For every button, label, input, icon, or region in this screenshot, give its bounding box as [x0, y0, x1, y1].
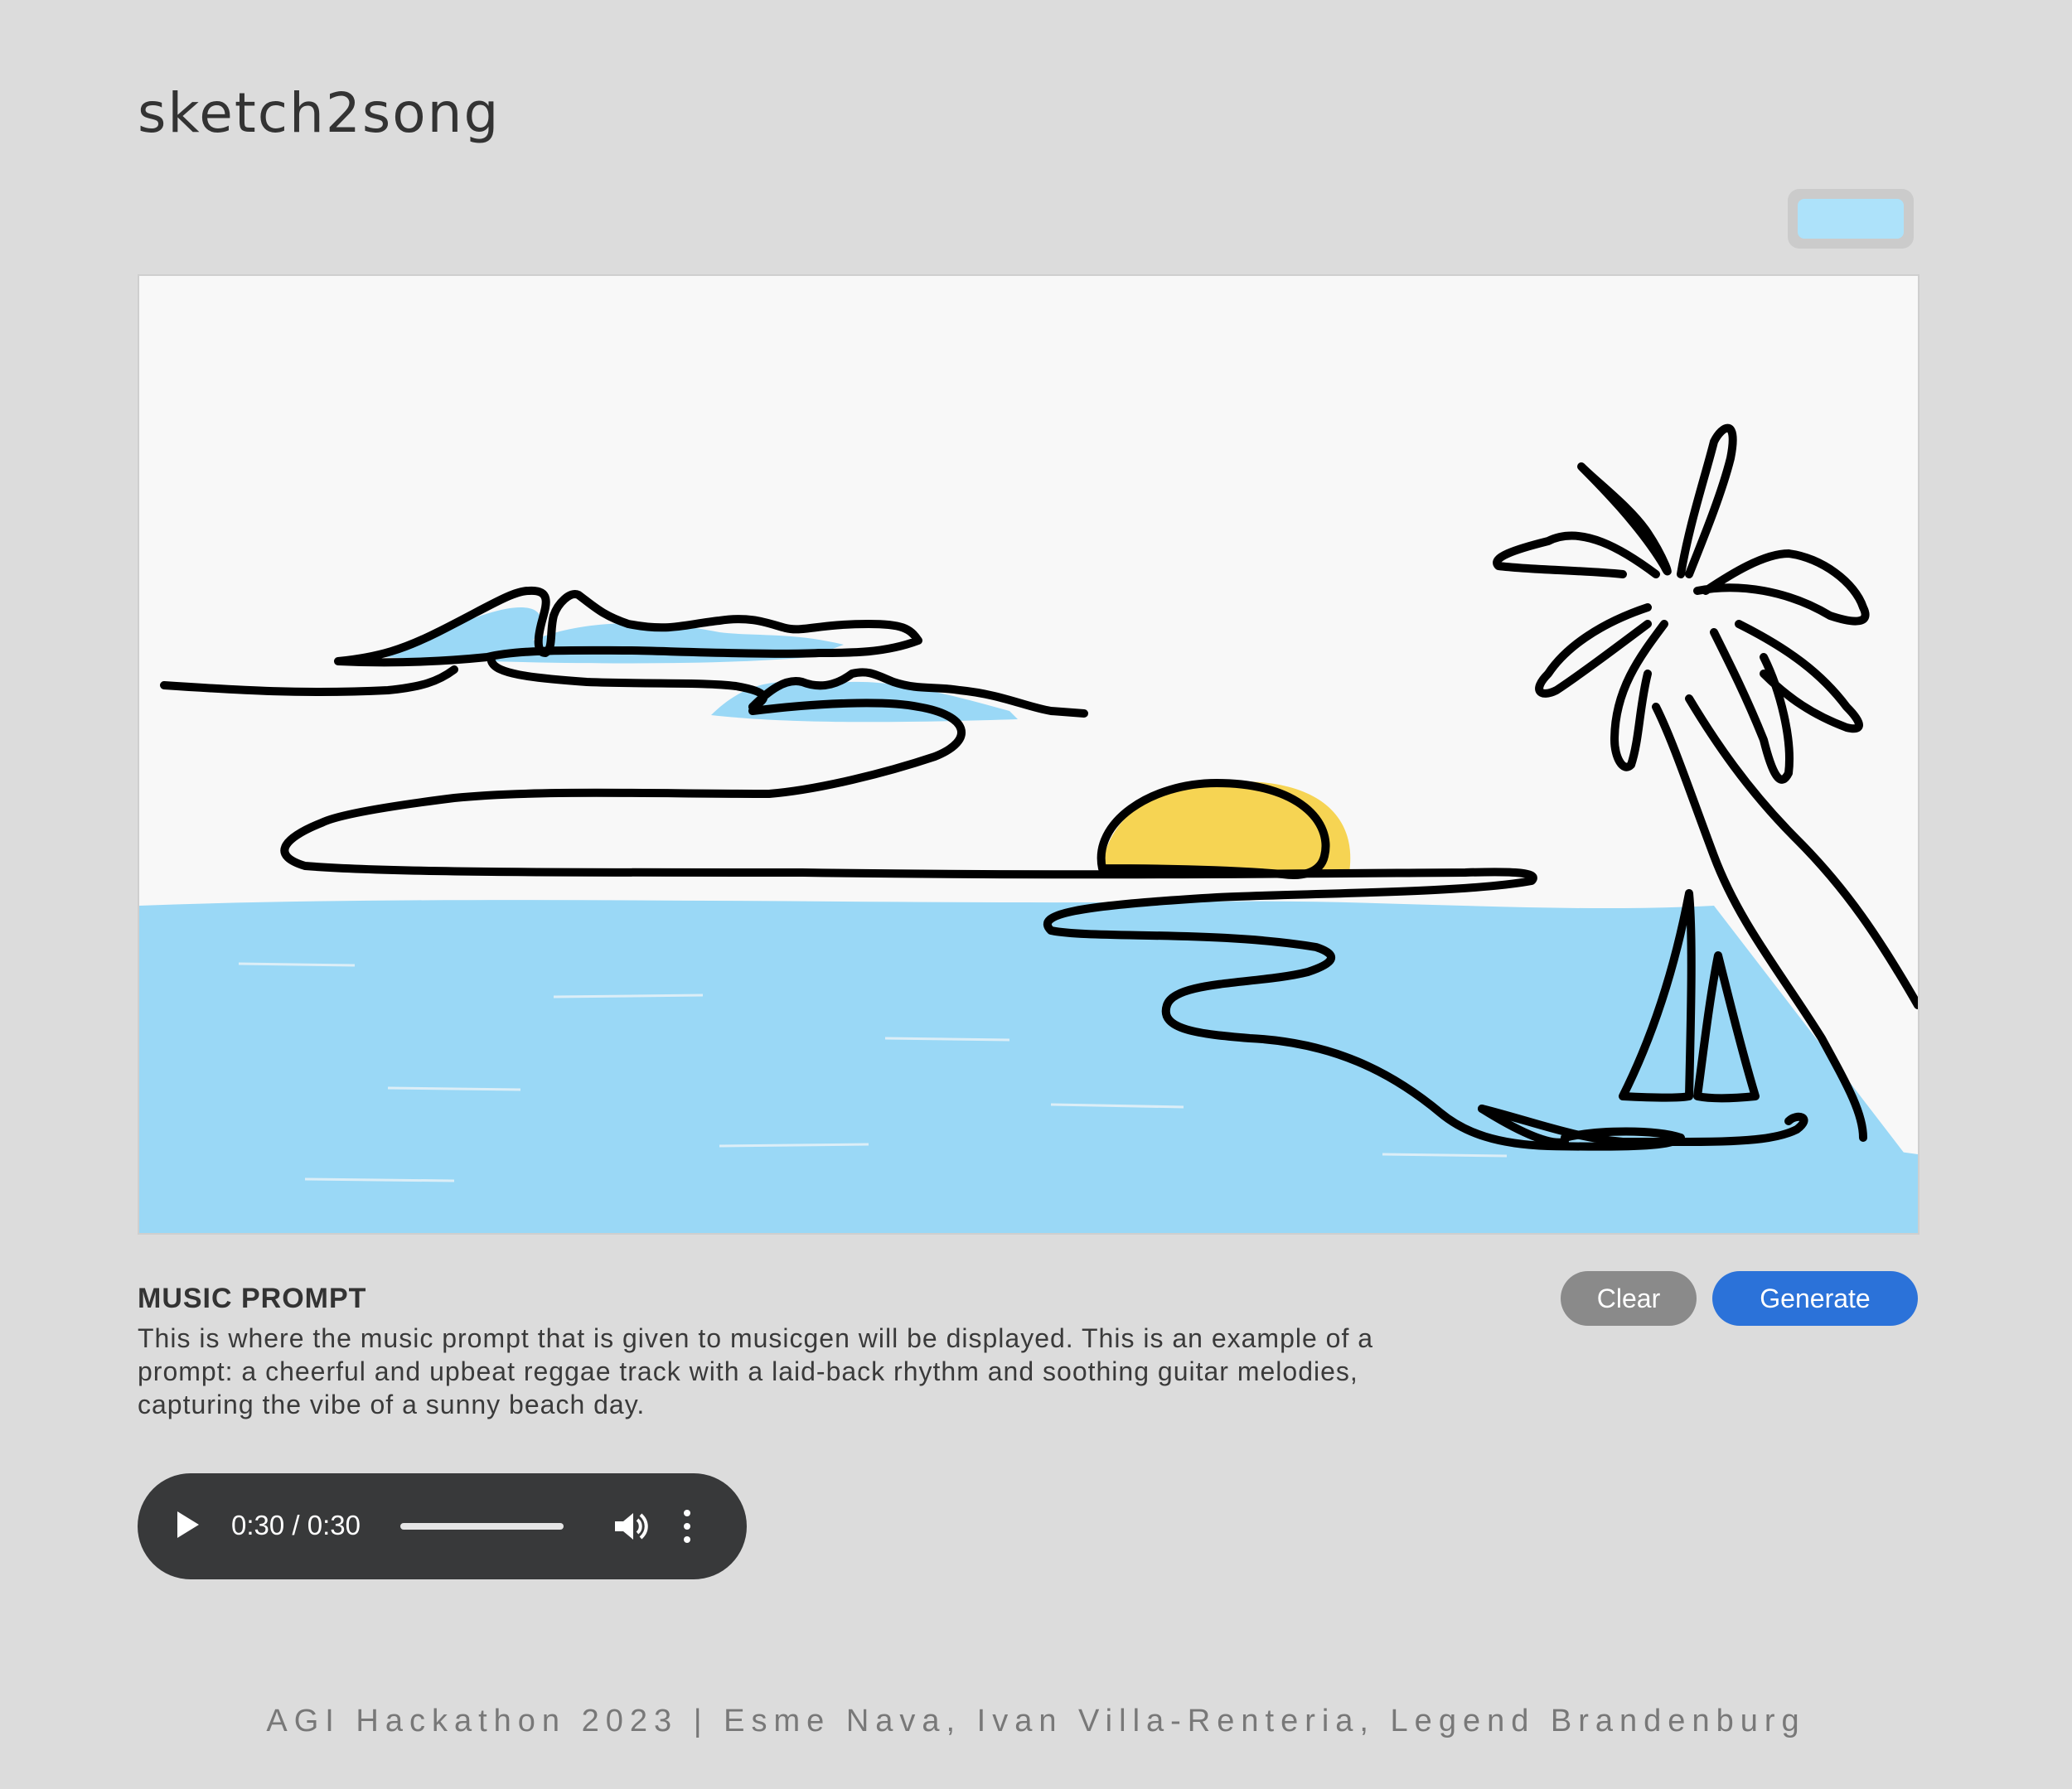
prompt-heading: MUSIC PROMPT	[138, 1283, 367, 1314]
clear-button[interactable]: Clear	[1561, 1271, 1697, 1326]
footer-credits: AGI Hackathon 2023 | Esme Nava, Ivan Vil…	[266, 1704, 1806, 1738]
color-picker-button[interactable]	[1788, 189, 1914, 249]
app-title: sketch2song	[138, 81, 501, 145]
sun-fill	[1101, 781, 1351, 873]
sketch-canvas[interactable]	[138, 274, 1920, 1235]
audio-time: 0:30 / 0:30	[231, 1510, 361, 1540]
prompt-text: This is where the music prompt that is g…	[138, 1323, 1374, 1419]
audio-progress-bar[interactable]	[400, 1523, 564, 1530]
selected-color-swatch	[1798, 199, 1904, 239]
generate-button[interactable]: Generate	[1712, 1271, 1918, 1326]
more-options-icon[interactable]	[680, 1506, 694, 1546]
volume-icon[interactable]	[610, 1506, 650, 1546]
audio-player: 0:30 / 0:30	[138, 1473, 747, 1579]
play-icon[interactable]	[177, 1511, 199, 1538]
